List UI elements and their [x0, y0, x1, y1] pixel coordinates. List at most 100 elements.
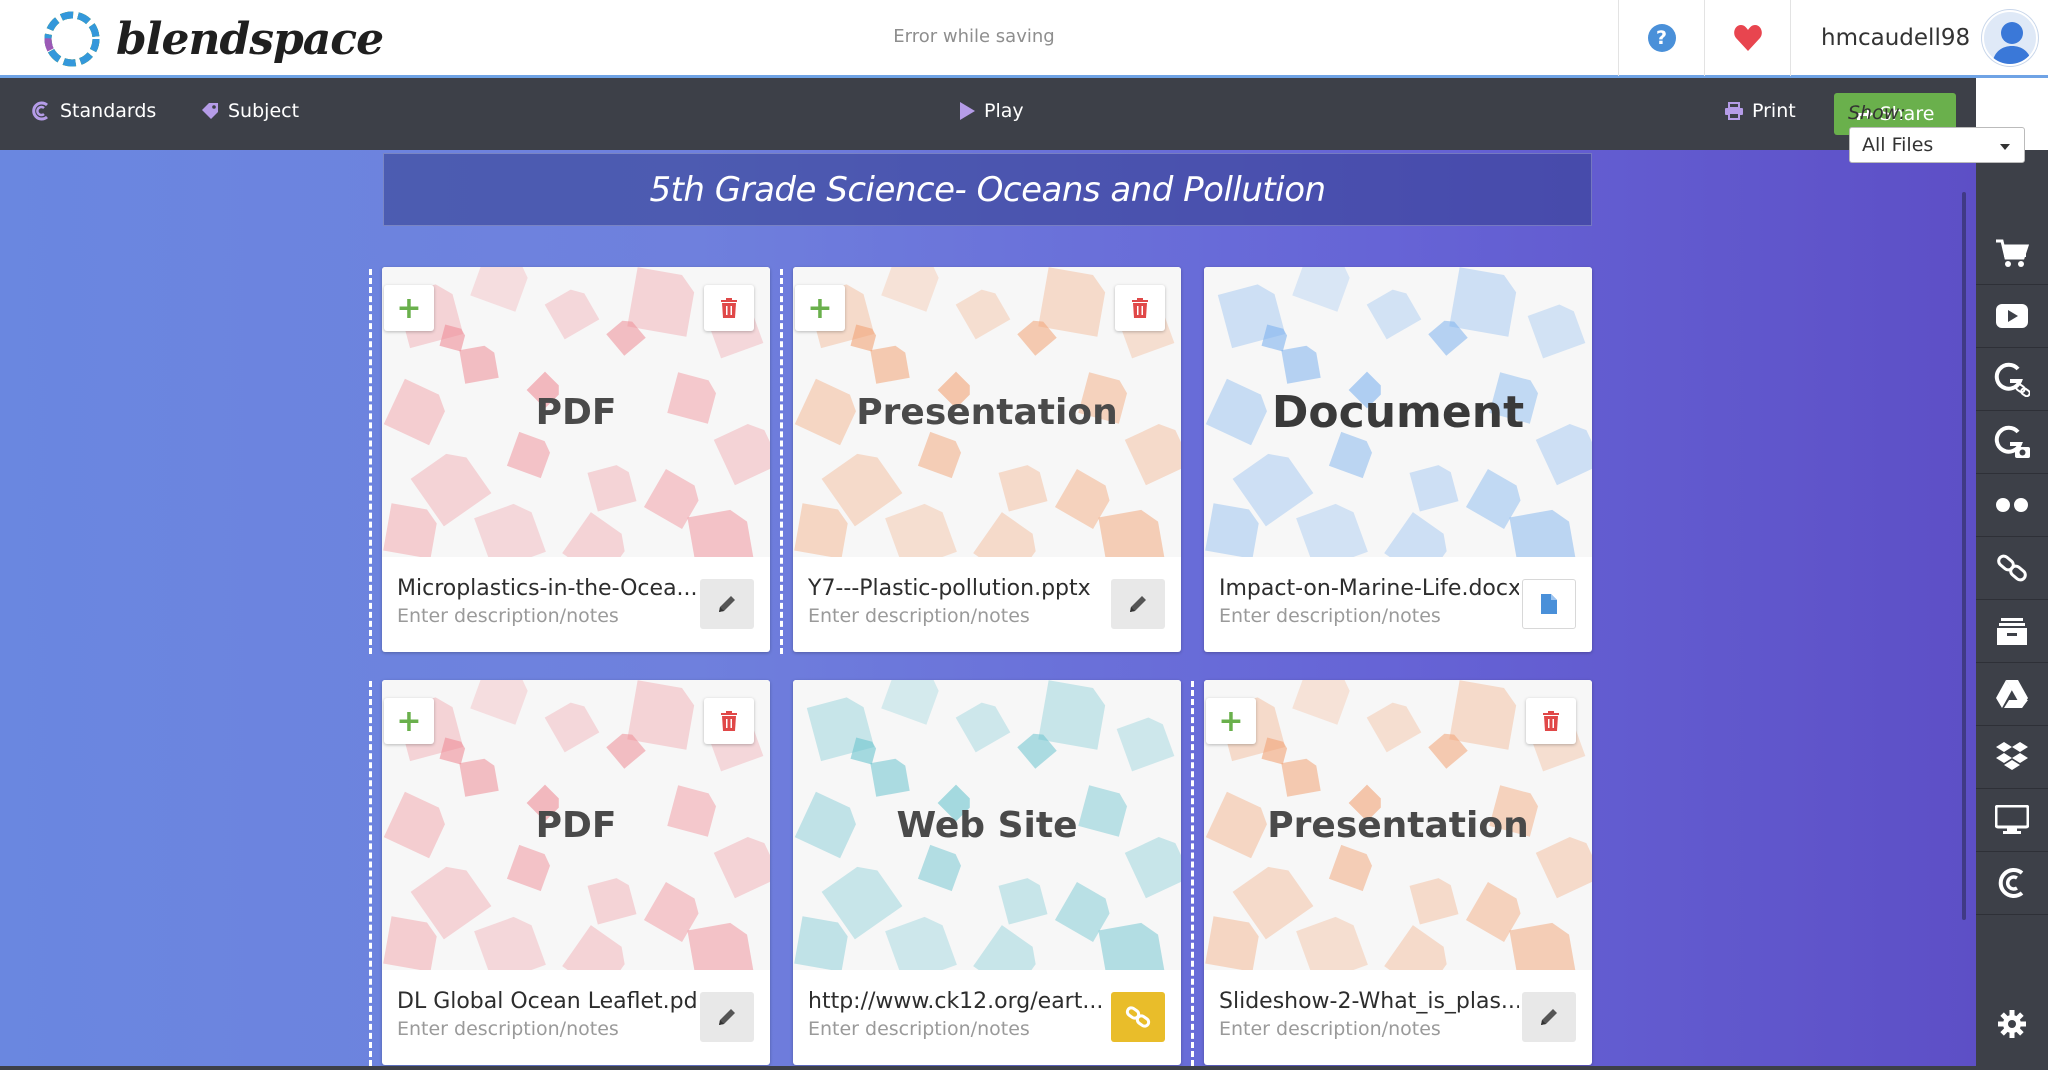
- standards-button[interactable]: Standards: [32, 100, 156, 122]
- play-label: Play: [984, 100, 1024, 122]
- trash-icon: [1132, 298, 1148, 318]
- favorite-button[interactable]: [1704, 0, 1790, 76]
- computer-icon: [1995, 805, 2029, 834]
- add-tile-button[interactable]: +: [1206, 698, 1256, 744]
- lesson-title-bar[interactable]: 5th Grade Science- Oceans and Pollution: [383, 153, 1592, 226]
- edit-tile-button[interactable]: [700, 992, 754, 1042]
- tile-card[interactable]: Document Impact-on-Marine-Life.docx Ente…: [1204, 267, 1592, 652]
- heart-icon: [1733, 25, 1762, 51]
- delete-tile-button[interactable]: [704, 285, 754, 331]
- tile-thumbnail[interactable]: Presentation +: [1204, 680, 1592, 970]
- user-avatar-icon: [1992, 22, 2032, 64]
- toolbar: Standards Subject Play Print Share: [0, 78, 1976, 150]
- pencil-icon: [1541, 1009, 1557, 1025]
- tile-info: Microplastics-in-the-Ocea... Enter descr…: [382, 557, 770, 652]
- tile-info: Slideshow-2-What_is_plas... Enter descri…: [1204, 970, 1592, 1065]
- subject-label: Subject: [228, 100, 300, 122]
- header: blendspace Error while saving ? hmcaudel…: [0, 0, 2048, 78]
- dropbox-icon: [1996, 742, 2028, 770]
- google-link-icon: [1994, 362, 2030, 397]
- google-drive-icon: [1996, 680, 2028, 708]
- sidebar-item-web-link[interactable]: [1976, 537, 2048, 600]
- sidebar-item-store[interactable]: [1976, 222, 2048, 285]
- edit-tile-button[interactable]: [1522, 992, 1576, 1042]
- sidebar-item-youtube[interactable]: [1976, 285, 2048, 348]
- trash-icon: [721, 711, 737, 731]
- drop-guide: [1191, 681, 1194, 1066]
- archive-icon: [1997, 618, 2027, 645]
- sidebar-item-google-drive[interactable]: [1976, 663, 2048, 726]
- tile-description-input[interactable]: Enter description/notes: [1219, 1018, 1441, 1040]
- tile-thumbnail[interactable]: Presentation +: [793, 267, 1181, 557]
- add-tile-button[interactable]: +: [795, 285, 845, 331]
- blendspace-icon: [1998, 868, 2024, 898]
- tile-thumbnail[interactable]: Web Site: [793, 680, 1181, 970]
- sidebar-item-archive[interactable]: [1976, 600, 2048, 663]
- tile-type-label: Web Site: [896, 804, 1078, 846]
- delete-tile-button[interactable]: [1115, 285, 1165, 331]
- sidebar-item-blendspace[interactable]: [1976, 852, 2048, 915]
- tile-thumbnail[interactable]: Document: [1204, 267, 1592, 557]
- open-file-button[interactable]: [1522, 579, 1576, 629]
- flickr-icon: [1996, 498, 2028, 512]
- trash-icon: [1543, 711, 1559, 731]
- sidebar-item-google-search[interactable]: [1976, 348, 2048, 411]
- tile-info: http://www.ck12.org/eart... Enter descri…: [793, 970, 1181, 1065]
- tile-filename[interactable]: Impact-on-Marine-Life.docx: [1219, 576, 1519, 601]
- tile-card[interactable]: PDF + DL Global Ocean Leaflet.pdf Enter …: [382, 680, 770, 1065]
- delete-tile-button[interactable]: [1526, 698, 1576, 744]
- gear-icon: [1998, 1010, 2026, 1038]
- tile-description-input[interactable]: Enter description/notes: [397, 1018, 619, 1040]
- plus-icon: +: [1218, 703, 1244, 739]
- help-button[interactable]: ?: [1618, 0, 1704, 76]
- tile-description-input[interactable]: Enter description/notes: [808, 1018, 1030, 1040]
- tile-info: Impact-on-Marine-Life.docx Enter descrip…: [1204, 557, 1592, 652]
- tile-filename[interactable]: Y7---Plastic-pollution.pptx: [808, 576, 1108, 601]
- print-icon: [1725, 102, 1743, 120]
- tile-card[interactable]: Presentation + Y7---Plastic-pollution.pp…: [793, 267, 1181, 652]
- link-icon: [1125, 1006, 1151, 1028]
- delete-tile-button[interactable]: [704, 698, 754, 744]
- tile-description-input[interactable]: Enter description/notes: [397, 605, 619, 627]
- tile-filename[interactable]: Slideshow-2-What_is_plas...: [1219, 989, 1519, 1014]
- tile-description-input[interactable]: Enter description/notes: [808, 605, 1030, 627]
- pencil-icon: [719, 596, 735, 612]
- play-icon: [960, 102, 975, 120]
- tile-filename[interactable]: Microplastics-in-the-Ocea...: [397, 576, 697, 601]
- sidebar-item-computer[interactable]: [1976, 789, 2048, 852]
- tile-info: DL Global Ocean Leaflet.pdf Enter descri…: [382, 970, 770, 1065]
- edit-tile-button[interactable]: [1111, 579, 1165, 629]
- pencil-icon: [1130, 596, 1146, 612]
- file-icon: [1541, 594, 1557, 614]
- canvas-scrollbar[interactable]: [1962, 192, 1966, 920]
- sidebar-item-flickr[interactable]: [1976, 474, 2048, 537]
- resource-sidebar: [1976, 78, 2048, 1070]
- tile-filename[interactable]: DL Global Ocean Leaflet.pdf: [397, 989, 697, 1014]
- drop-guide: [780, 269, 783, 654]
- add-tile-button[interactable]: +: [384, 285, 434, 331]
- subject-button[interactable]: Subject: [200, 100, 299, 122]
- tile-thumbnail[interactable]: PDF +: [382, 267, 770, 557]
- sidebar-item-google-images[interactable]: [1976, 411, 2048, 474]
- help-icon: ?: [1647, 24, 1676, 52]
- lesson-title: 5th Grade Science- Oceans and Pollution: [649, 169, 1326, 210]
- open-link-button[interactable]: [1111, 992, 1165, 1042]
- print-button[interactable]: Print: [1724, 100, 1796, 122]
- avatar[interactable]: [1982, 10, 2039, 66]
- tag-icon: [202, 103, 218, 119]
- drop-guide: [369, 681, 372, 1066]
- user-menu[interactable]: hmcaudell98: [1790, 0, 2048, 76]
- tile-description-input[interactable]: Enter description/notes: [1219, 605, 1441, 627]
- tile-card[interactable]: Presentation + Slideshow-2-What_is_plas.…: [1204, 680, 1592, 1065]
- settings-button[interactable]: [1976, 996, 2048, 1052]
- tile-thumbnail[interactable]: PDF +: [382, 680, 770, 970]
- tile-card[interactable]: Web Site http://www.ck12.org/eart... Ent…: [793, 680, 1181, 1065]
- tile-filename[interactable]: http://www.ck12.org/eart...: [808, 989, 1108, 1014]
- add-tile-button[interactable]: +: [384, 698, 434, 744]
- edit-tile-button[interactable]: [700, 579, 754, 629]
- tile-card[interactable]: PDF + Microplastics-in-the-Ocea... Enter…: [382, 267, 770, 652]
- sidebar-item-dropbox[interactable]: [1976, 726, 2048, 789]
- show-filter-select[interactable]: All Files: [1849, 127, 2025, 163]
- play-button[interactable]: Play: [958, 100, 1024, 122]
- chevron-down-icon: [2000, 144, 2010, 150]
